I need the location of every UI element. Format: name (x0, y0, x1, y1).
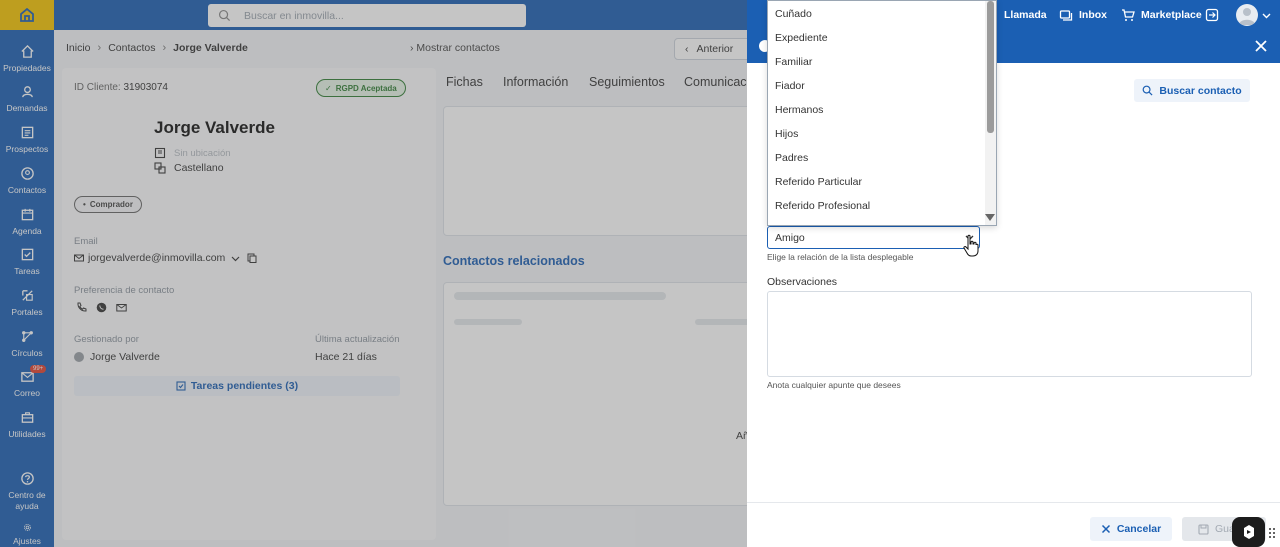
dropdown-option[interactable]: Cuñado (775, 8, 812, 20)
relation-select[interactable]: Amigo (767, 226, 980, 249)
scrollbar-thumb[interactable] (987, 1, 994, 133)
cart-icon (1122, 9, 1135, 21)
modal-backdrop[interactable] (0, 0, 747, 547)
cancel-button[interactable]: Cancelar (1090, 517, 1172, 541)
dropdown-scrollbar[interactable] (985, 1, 996, 225)
dropdown-option[interactable]: Expediente (775, 32, 828, 44)
dropdown-option[interactable]: Hijos (775, 128, 798, 140)
marketplace-label: Marketplace (1141, 9, 1202, 21)
cancel-label: Cancelar (1116, 523, 1162, 535)
dropdown-option[interactable]: Hermanos (775, 104, 823, 116)
chevron-down-icon[interactable] (1262, 11, 1271, 20)
dropdown-option[interactable]: Referido Particular (775, 176, 862, 188)
find-contact-button[interactable]: Buscar contacto (1134, 79, 1250, 102)
dropdown-option[interactable]: Padres (775, 152, 808, 164)
user-icon (1239, 8, 1255, 25)
dropdown-option[interactable]: Fiador (775, 80, 805, 92)
observations-label: Observaciones (767, 276, 838, 288)
relation-hint: Elige la relación de la lista desplegabl… (767, 252, 914, 262)
panel-footer: Cancelar Guar (747, 502, 1280, 547)
close-icon[interactable] (1254, 39, 1268, 53)
inbox-icon (1059, 10, 1073, 21)
hand-cursor-icon (963, 234, 979, 257)
avatar[interactable] (1236, 4, 1258, 26)
observations-textarea[interactable] (767, 291, 1252, 377)
search-icon (1142, 85, 1153, 96)
inbox-label: Inbox (1079, 9, 1107, 21)
assistant-fab[interactable] (1232, 517, 1265, 547)
switch-button[interactable] (1205, 0, 1225, 30)
scroll-down-icon[interactable] (985, 214, 995, 221)
inbox-button[interactable]: Inbox (1059, 0, 1107, 30)
dropdown-option[interactable]: Referido Profesional (775, 200, 870, 212)
llamada-label: Llamada (1004, 9, 1047, 21)
relation-dropdown-list[interactable]: Cuñado Expediente Familiar Fiador Herman… (767, 0, 997, 226)
find-contact-label: Buscar contacto (1159, 84, 1242, 97)
switch-icon (1205, 8, 1219, 22)
marketplace-button[interactable]: Marketplace (1121, 0, 1202, 30)
relation-select-value: Amigo (775, 231, 805, 244)
drag-handle-icon[interactable] (1268, 527, 1276, 539)
observations-hint: Anota cualquier apunte que desees (767, 380, 901, 390)
close-icon (1101, 524, 1110, 534)
save-icon (1198, 523, 1209, 535)
llamada-button[interactable]: Llamada (1004, 0, 1047, 30)
dropdown-option[interactable]: Familiar (775, 56, 812, 68)
assistant-icon (1243, 525, 1254, 539)
